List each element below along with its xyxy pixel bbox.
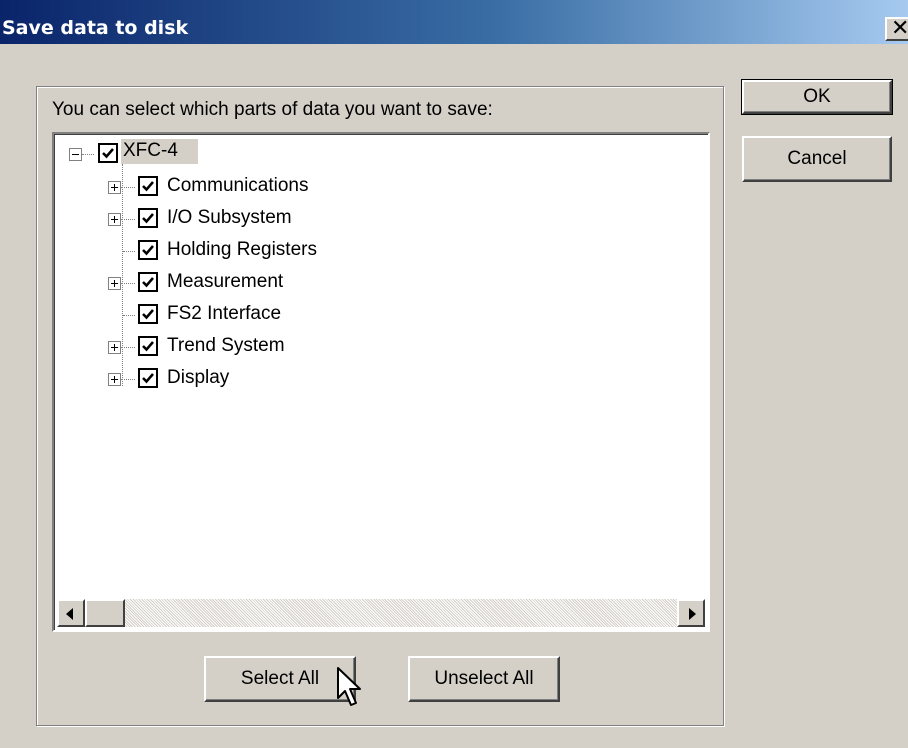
plus-box-icon[interactable] xyxy=(108,213,121,226)
tree-node-label: Holding Registers xyxy=(167,239,317,260)
plus-box-icon[interactable] xyxy=(108,181,121,194)
checkmark-icon xyxy=(142,341,154,352)
close-icon: ✕ xyxy=(891,16,908,41)
tree-node-label: XFC-4 xyxy=(121,139,198,164)
tree-node-io-subsystem[interactable]: I/O Subsystem xyxy=(55,205,375,233)
checkmark-icon xyxy=(142,213,154,224)
window-title: Save data to disk xyxy=(2,17,189,39)
tree-node-label: FS2 Interface xyxy=(167,303,282,324)
checkmark-icon xyxy=(142,309,154,320)
data-tree-view[interactable]: XFC-4 Communications I/O Subsystem Holdi xyxy=(52,132,710,632)
checkmark-icon xyxy=(142,277,154,288)
checkbox-trend-system[interactable] xyxy=(138,336,158,356)
ok-button-label: OK xyxy=(803,86,831,107)
close-button[interactable]: ✕ xyxy=(885,17,908,41)
scroll-right-button[interactable] xyxy=(677,599,705,627)
checkmark-icon xyxy=(102,148,114,159)
tree-node-fs2-interface[interactable]: FS2 Interface xyxy=(55,301,375,329)
scrollbar-thumb[interactable] xyxy=(85,599,125,627)
scroll-left-button[interactable] xyxy=(57,599,85,627)
plus-box-icon[interactable] xyxy=(108,277,121,290)
unselect-all-label: Unselect All xyxy=(434,668,534,689)
instruction-label: You can select which parts of data you w… xyxy=(52,99,493,120)
minus-box-icon[interactable] xyxy=(69,148,82,161)
checkbox-holding-registers[interactable] xyxy=(138,240,158,260)
title-bar: Save data to disk ✕ xyxy=(0,0,908,44)
checkbox-fs2-interface[interactable] xyxy=(138,304,158,324)
unselect-all-button[interactable]: Unselect All xyxy=(408,656,560,702)
checkmark-icon xyxy=(142,373,154,384)
arrow-right-icon xyxy=(689,608,696,620)
mouse-pointer-icon xyxy=(337,667,361,706)
tree-node-label: Trend System xyxy=(167,335,285,356)
checkmark-icon xyxy=(142,181,154,192)
checkbox-io-subsystem[interactable] xyxy=(138,208,158,228)
checkbox-measurement[interactable] xyxy=(138,272,158,292)
horizontal-scrollbar[interactable] xyxy=(57,599,705,627)
tree-node-trend-system[interactable]: Trend System xyxy=(55,333,375,361)
plus-box-icon[interactable] xyxy=(108,373,121,386)
checkmark-icon xyxy=(142,245,154,256)
tree-node-holding-registers[interactable]: Holding Registers xyxy=(55,237,375,265)
checkbox-root[interactable] xyxy=(98,143,118,163)
tree-node-display[interactable]: Display xyxy=(55,365,375,393)
checkbox-communications[interactable] xyxy=(138,176,158,196)
tree-node-measurement[interactable]: Measurement xyxy=(55,269,375,297)
cancel-button-label: Cancel xyxy=(787,148,847,169)
tree-content: XFC-4 Communications I/O Subsystem Holdi xyxy=(54,134,708,630)
tree-node-root[interactable]: XFC-4 xyxy=(55,139,255,168)
checkbox-display[interactable] xyxy=(138,368,158,388)
tree-node-label: I/O Subsystem xyxy=(167,207,292,228)
ok-button[interactable]: OK xyxy=(741,79,893,115)
tree-node-communications[interactable]: Communications xyxy=(55,173,375,201)
select-all-label: Select All xyxy=(240,668,320,689)
plus-box-icon[interactable] xyxy=(108,341,121,354)
select-all-button[interactable]: Select All xyxy=(204,656,356,702)
tree-node-label: Display xyxy=(167,367,230,388)
tree-node-label: Measurement xyxy=(167,271,284,292)
cancel-button[interactable]: Cancel xyxy=(742,136,892,182)
arrow-left-icon xyxy=(66,608,73,620)
tree-node-label: Communications xyxy=(167,175,309,196)
